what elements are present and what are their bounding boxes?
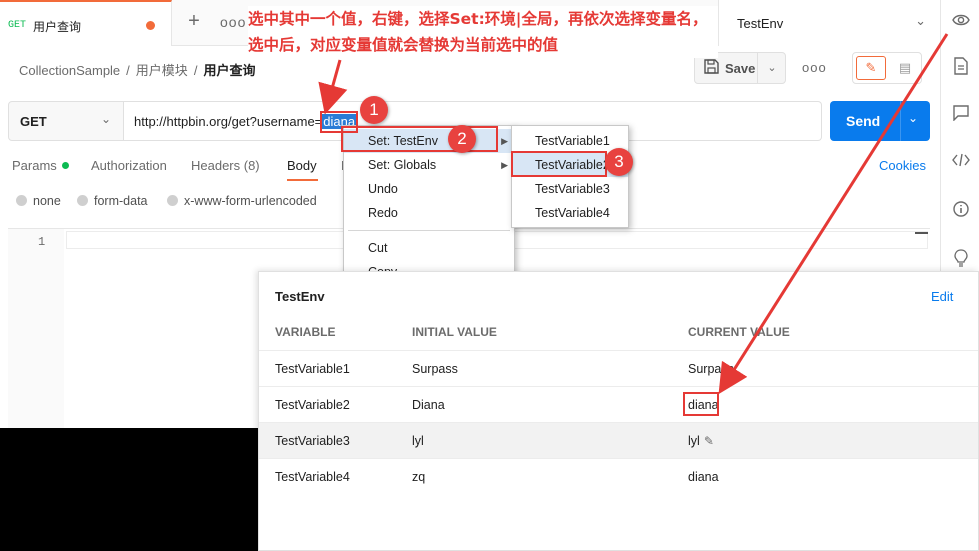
- body-type-form-data[interactable]: form-data: [77, 194, 148, 208]
- variable-name: TestVariable3: [275, 434, 350, 448]
- tab-request[interactable]: GET 用户查询: [0, 0, 172, 46]
- submenu-item-variable4[interactable]: TestVariable4: [512, 201, 628, 225]
- table-row: TestVariable1 Surpass Surpass: [259, 350, 978, 386]
- step-badge-1: 1: [360, 96, 388, 124]
- cookies-link[interactable]: Cookies: [879, 158, 926, 173]
- tab-title: 用户查询: [33, 20, 82, 34]
- chevron-down-icon: ⌄: [100, 112, 111, 126]
- current-value: diana: [688, 470, 719, 484]
- environment-popup: TestEnv Edit VARIABLE INITIAL VALUE CURR…: [258, 271, 979, 551]
- send-button[interactable]: Send ⌄: [830, 101, 930, 141]
- initial-value: Surpass: [412, 362, 458, 376]
- current-value: Surpass: [688, 362, 734, 376]
- send-divider: [900, 101, 901, 141]
- variable-name: TestVariable2: [275, 398, 350, 412]
- menu-item-redo[interactable]: Redo: [344, 201, 514, 225]
- breadcrumb-collection[interactable]: CollectionSample: [19, 63, 120, 78]
- environment-select[interactable]: TestEnv ⌄: [718, 0, 940, 46]
- menu-divider: [348, 230, 510, 231]
- lightbulb-icon[interactable]: [951, 249, 971, 269]
- editor-scroll-indicator: [915, 232, 928, 234]
- tab-method-label: GET: [8, 20, 27, 31]
- column-header-variable: VARIABLE: [275, 325, 336, 339]
- menu-item-cut[interactable]: Cut: [344, 236, 514, 260]
- floppy-icon: [704, 59, 719, 77]
- tab-body[interactable]: Body: [287, 158, 317, 173]
- menu-item-undo[interactable]: Undo: [344, 177, 514, 201]
- environment-edit-link[interactable]: Edit: [931, 289, 953, 304]
- current-value: lyl: [688, 434, 700, 448]
- method-select[interactable]: GET ⌄: [8, 101, 124, 141]
- table-row: TestVariable3 lyl lyl ✎: [259, 422, 978, 458]
- eye-icon[interactable]: [951, 13, 971, 33]
- editor-gutter: 1: [8, 229, 64, 429]
- tab-more-button[interactable]: ooo: [220, 14, 246, 30]
- annotation-box-current-value: [683, 392, 719, 416]
- annotation-arrow-to-selection: [318, 59, 348, 115]
- radio-icon: [77, 195, 88, 206]
- line-number: 1: [38, 235, 46, 249]
- initial-value: zq: [412, 470, 426, 484]
- radio-icon: [167, 195, 178, 206]
- body-type-label: form-data: [94, 194, 148, 208]
- menu-item-label: Set: Globals: [368, 158, 437, 172]
- column-header-current-value: CURRENT VALUE: [688, 325, 790, 339]
- mode-toggle: ✎ ▤: [852, 52, 922, 84]
- status-dot-icon: [61, 162, 69, 169]
- submenu-arrow-icon: ▶: [501, 160, 508, 170]
- body-type-label: none: [33, 194, 61, 208]
- send-label: Send: [846, 113, 881, 129]
- submenu-arrow-icon: ▶: [501, 136, 508, 146]
- tab-params-label: Params: [12, 158, 57, 173]
- tab-headers[interactable]: Headers (8): [191, 158, 260, 173]
- breadcrumb-folder[interactable]: 用户模块: [136, 63, 188, 78]
- body-type-label: x-www-form-urlencoded: [184, 194, 317, 208]
- variable-name: TestVariable1: [275, 362, 350, 376]
- body-type-urlencoded[interactable]: x-www-form-urlencoded: [167, 194, 317, 208]
- pencil-icon[interactable]: ✎: [704, 434, 714, 448]
- unsaved-dot-icon: [146, 21, 155, 30]
- environment-popup-title: TestEnv: [275, 289, 325, 304]
- more-actions-button[interactable]: ooo: [802, 60, 827, 75]
- blacked-out-region: [0, 428, 258, 551]
- documentation-icon[interactable]: ▤: [892, 56, 918, 80]
- table-row: TestVariable4 zq diana: [259, 458, 978, 494]
- step-badge-3: 3: [605, 148, 633, 176]
- annotation-note: 选中其中一个值，右键，选择Set:环境|全局，再依次选择变量名，选中后，对应变量…: [248, 6, 718, 58]
- initial-value: lyl: [412, 434, 424, 448]
- radio-icon: [16, 195, 27, 206]
- breadcrumb: CollectionSample / 用户模块 / 用户查询: [19, 60, 255, 79]
- environment-name: TestEnv: [737, 16, 784, 31]
- document-icon[interactable]: [951, 57, 971, 77]
- breadcrumb-separator: /: [126, 63, 130, 78]
- step-badge-2: 2: [448, 125, 476, 153]
- save-options-chevron-icon[interactable]: ⌄: [757, 53, 786, 83]
- code-icon[interactable]: [951, 153, 971, 173]
- body-type-none[interactable]: none: [16, 194, 61, 208]
- submenu-item-variable3[interactable]: TestVariable3: [512, 177, 628, 201]
- active-tab-underline: [287, 179, 318, 181]
- comment-icon[interactable]: [951, 105, 971, 125]
- column-header-initial-value: INITIAL VALUE: [412, 325, 497, 339]
- new-tab-button[interactable]: +: [184, 10, 204, 33]
- table-row: TestVariable2 Diana diana: [259, 386, 978, 422]
- tab-authorization[interactable]: Authorization: [91, 158, 167, 173]
- menu-item-set-globals[interactable]: Set: Globals ▶: [344, 153, 514, 177]
- initial-value: Diana: [412, 398, 445, 412]
- info-icon[interactable]: [951, 201, 971, 221]
- edit-pencil-icon[interactable]: ✎: [856, 56, 886, 80]
- chevron-down-icon: ⌄: [915, 13, 926, 28]
- breadcrumb-separator: /: [193, 63, 198, 78]
- breadcrumb-request[interactable]: 用户查询: [203, 63, 255, 78]
- method-label: GET: [20, 114, 47, 129]
- save-label: Save: [725, 61, 756, 76]
- current-value-cell[interactable]: lyl ✎: [688, 434, 714, 448]
- tab-params[interactable]: Params: [12, 158, 69, 173]
- url-prefix: http://httpbin.org/get?username=: [134, 114, 323, 129]
- variable-name: TestVariable4: [275, 470, 350, 484]
- annotation-box-variable2: [511, 151, 607, 177]
- chevron-down-icon[interactable]: ⌄: [908, 111, 918, 125]
